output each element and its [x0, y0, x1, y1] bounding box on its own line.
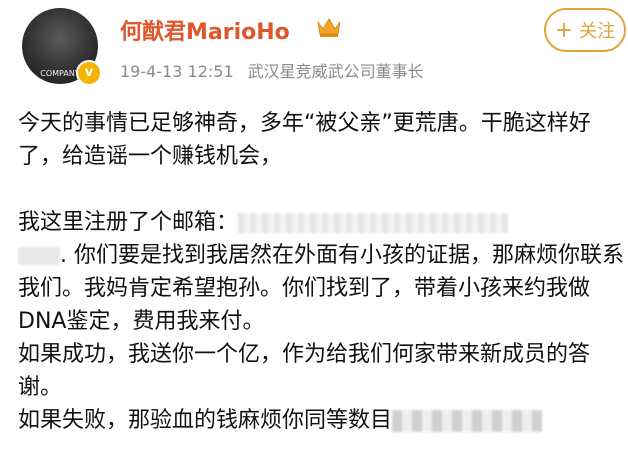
verified-v-icon: v [76, 60, 102, 86]
post-paragraph-2: 我这里注册了个邮箱： . 你们要是找到我居然在外面有小孩的证据，那麻烦你联系我们。… [18, 206, 624, 338]
blurred-text [392, 410, 543, 432]
email-intro: 我这里注册了个邮箱： [18, 210, 239, 235]
post-meta: 19-4-13 12:51 武汉星竞威武公司董事长 [120, 58, 424, 82]
verification-text: 武汉星竞威武公司董事长 [247, 62, 424, 81]
email-followup: . 你们要是找到我居然在外面有小孩的证据，那麻烦你联系我们。我妈肯定希望抱孙。你… [18, 243, 624, 334]
follow-button[interactable]: + 关注 [544, 8, 626, 52]
post-paragraph-3: 如果成功，我送你一个亿，作为给我们何家带来新成员的答谢。 [18, 342, 591, 400]
follow-label: 关注 [579, 21, 616, 42]
post-date: 19-4-13 12:51 [120, 62, 234, 81]
author-name[interactable]: 何猷君MarioHo [120, 14, 290, 46]
crown-icon [317, 18, 341, 37]
plus-icon: + [554, 17, 574, 43]
blurred-email [238, 213, 509, 233]
post-paragraph-4-text: 如果失败，那验血的钱麻烦你同等数目 [18, 408, 393, 433]
post-paragraph-4: 如果失败，那验血的钱麻烦你同等数目 [18, 404, 624, 437]
blurred-email-domain [18, 247, 60, 265]
post-content: 今天的事情已足够神奇，多年“被父亲”更荒唐。干脆这样好了，给造谣一个赚钱机会， … [18, 107, 624, 437]
post-paragraph-1: 今天的事情已足够神奇，多年“被父亲”更荒唐。干脆这样好了，给造谣一个赚钱机会， [18, 111, 591, 169]
